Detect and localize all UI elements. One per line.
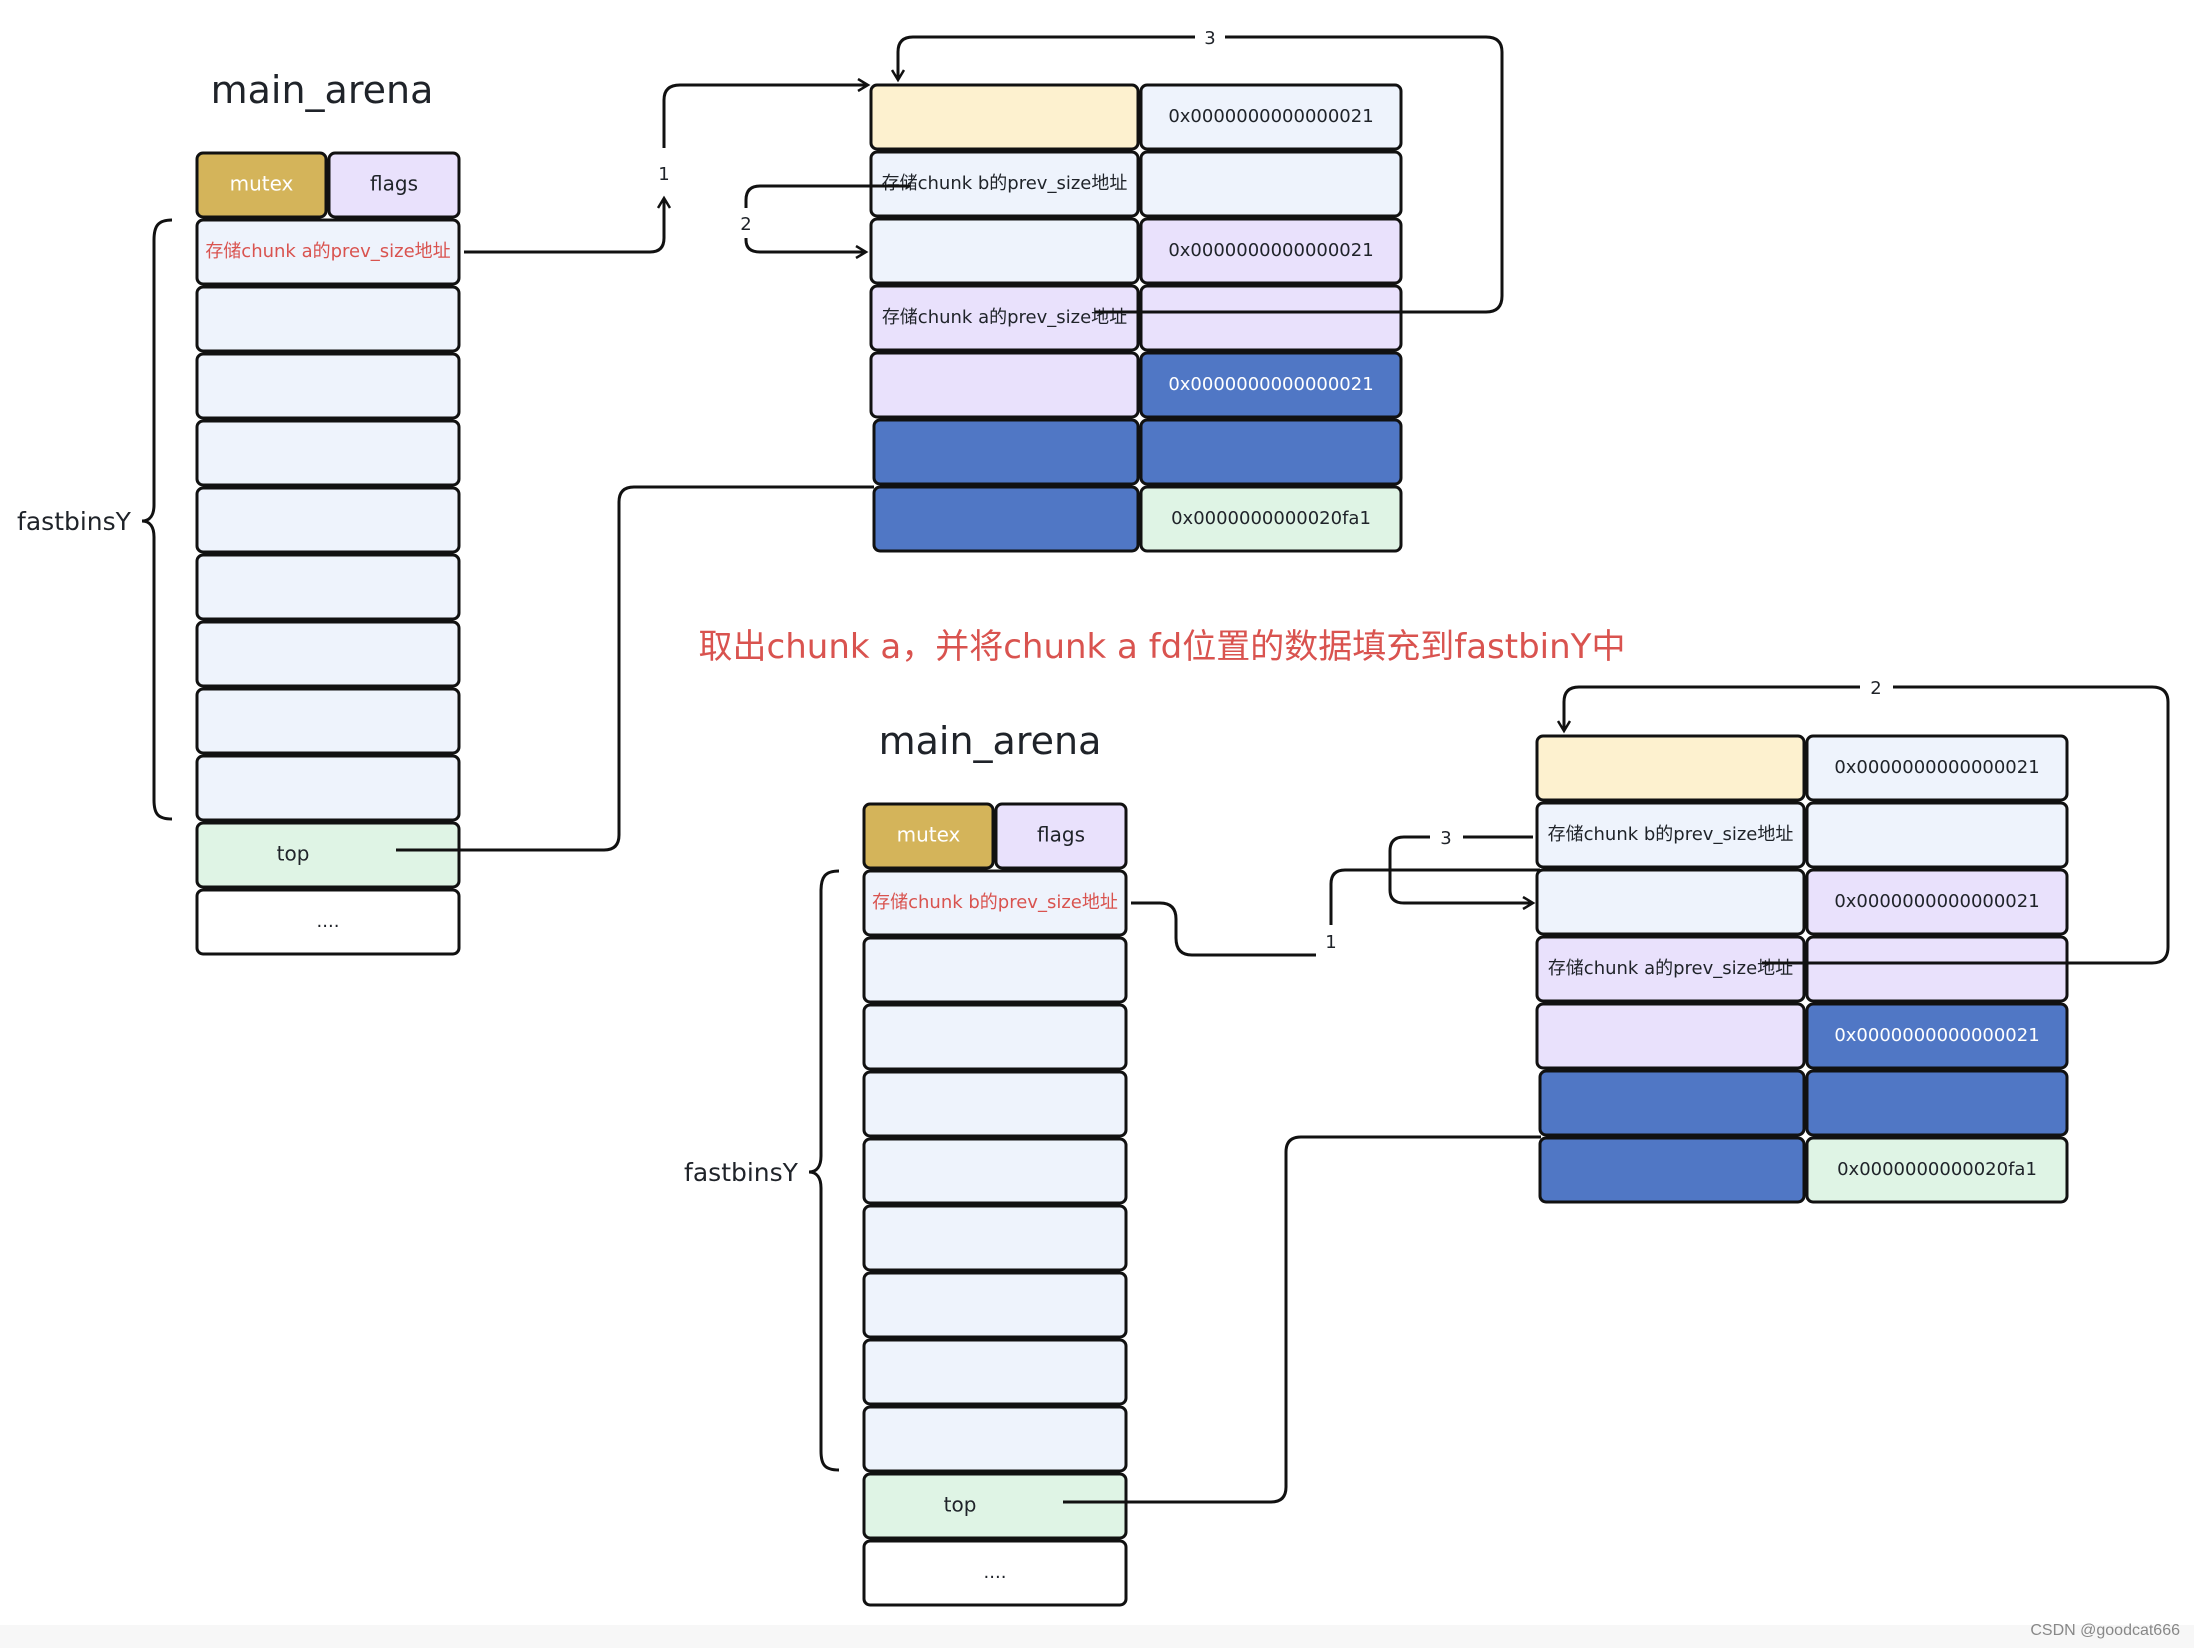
chunk-left-cell	[872, 485, 1140, 553]
chunk-right-label: 0x0000000000000021	[1834, 1025, 2039, 1046]
fastbins-label: fastbinsY	[17, 507, 132, 536]
arrow-3-left	[898, 35, 1195, 80]
footer-bar	[0, 1625, 2194, 1648]
fastbin-slot	[862, 936, 1128, 1004]
fastbin-slot	[195, 486, 461, 554]
fastbin-slot	[862, 1405, 1128, 1473]
fastbin-slot	[862, 1003, 1128, 1071]
arrow-1	[1131, 901, 1316, 957]
chunk-right-label: 0x0000000000000021	[1168, 240, 1373, 261]
chunk-right-cell	[1139, 284, 1403, 352]
top-pointer-line	[396, 485, 874, 852]
chunk-right-label: 0x0000000000020fa1	[1171, 508, 1371, 529]
chunk-right-cell	[1139, 150, 1403, 218]
arrow-2-lower	[744, 238, 866, 252]
mutex-label: mutex	[230, 172, 294, 196]
chunk-right-label: 0x0000000000000021	[1168, 106, 1373, 127]
fastbin-slot	[195, 285, 461, 353]
fastbin-slot	[195, 419, 461, 487]
chunk-right-label: 0x0000000000000021	[1168, 374, 1373, 395]
arrow-1-label: 1	[1325, 932, 1336, 953]
chunk-right-label: 0x0000000000000021	[1834, 757, 2039, 778]
mutex-label: mutex	[897, 823, 961, 847]
caption-text: 取出chunk a，并将chunk a fd位置的数据填充到fastbinY中	[699, 627, 1626, 667]
chunk-left-cell	[872, 418, 1140, 486]
chunk-left-label: 存储chunk b的prev_size地址	[1548, 824, 1794, 845]
chunk-table: 0x0000000000000021 存储chunk b的prev_size地址 0…	[869, 83, 1403, 553]
arrow-1	[464, 198, 664, 254]
fastbins-brace	[141, 218, 173, 821]
fastbin-slot	[862, 1070, 1128, 1138]
chunk-left-cell	[1538, 1069, 1806, 1137]
arrow-1-label: 1	[658, 164, 669, 185]
arrow-1-upper	[662, 85, 868, 148]
arrow-2-label: 2	[1870, 678, 1881, 699]
chunk-table: 0x0000000000000021 存储chunk b的prev_size地址 0…	[1535, 734, 2069, 1204]
fastbin-slot	[862, 1137, 1128, 1205]
diagram-after: mutex flags 存储chunk b的prev_size地址top.... 0…	[684, 676, 2170, 1607]
chunk-right-label: 0x0000000000020fa1	[1837, 1159, 2037, 1180]
fastbin-slot-label: 存储chunk b的prev_size地址	[872, 892, 1118, 913]
fastbin-slot	[862, 1204, 1128, 1272]
arrow-3-label: 3	[1204, 28, 1215, 49]
chunk-left-cell	[1538, 1136, 1806, 1204]
main-arena-table: mutex flags 存储chunk a的prev_size地址top....	[195, 151, 461, 956]
fastbin-slot	[195, 754, 461, 822]
ellipsis-label: ....	[984, 1562, 1007, 1583]
fastbin-slot	[195, 553, 461, 621]
chunk-left-cell	[1535, 734, 1806, 802]
chunk-left-cell	[869, 217, 1140, 285]
chunk-right-label: 0x0000000000000021	[1834, 891, 2039, 912]
fastbin-slot	[195, 352, 461, 420]
top-cell	[862, 1472, 1128, 1540]
chunk-left-cell	[869, 83, 1140, 151]
chunk-left-label: 存储chunk b的prev_size地址	[882, 173, 1128, 194]
chunk-right-cell	[1805, 1069, 2069, 1137]
arrow-2-left	[1564, 685, 1860, 731]
arrow-3-label: 3	[1440, 828, 1451, 849]
chunk-right-cell	[1805, 935, 2069, 1003]
fastbin-slot	[195, 620, 461, 688]
fastbin-slot	[862, 1338, 1128, 1406]
heap-diagram-canvas: mutex flags存储chunk a的prev_size地址top.... 0…	[17, 26, 2170, 1607]
arrow-2-label: 2	[740, 214, 751, 235]
chunk-right-cell	[1139, 418, 1403, 486]
fastbins-brace	[808, 869, 840, 1472]
fastbin-slot	[862, 1271, 1128, 1339]
main-arena-title: main_arena	[879, 719, 1102, 763]
top-pointer-line	[1063, 1135, 1541, 1504]
top-label: top	[944, 1493, 977, 1517]
top-cell	[195, 821, 461, 889]
fastbin-slot-label: 存储chunk a的prev_size地址	[205, 241, 450, 262]
ellipsis-label: ....	[317, 911, 340, 932]
watermark: CSDN @goodcat666	[2030, 1622, 2180, 1639]
fastbins-label: fastbinsY	[684, 1158, 799, 1187]
diagram-before: mutex flags 存储chunk a的prev_size地址top.... 0…	[17, 26, 1504, 956]
flags-label: flags	[370, 172, 418, 196]
top-label: top	[277, 842, 310, 866]
flags-label: flags	[1037, 823, 1085, 847]
main-arena-title: main_arena	[211, 68, 434, 112]
chunk-left-cell	[1535, 1002, 1806, 1070]
chunk-left-cell	[1535, 868, 1806, 936]
chunk-left-cell	[869, 351, 1140, 419]
main-arena-table: mutex flags 存储chunk b的prev_size地址top....	[862, 802, 1128, 1607]
chunk-left-label: 存储chunk a的prev_size地址	[882, 307, 1127, 328]
chunk-left-label: 存储chunk a的prev_size地址	[1548, 958, 1793, 979]
chunk-right-cell	[1805, 801, 2069, 869]
fastbin-slot	[195, 687, 461, 755]
arrow-1-upper	[1329, 868, 1540, 925]
